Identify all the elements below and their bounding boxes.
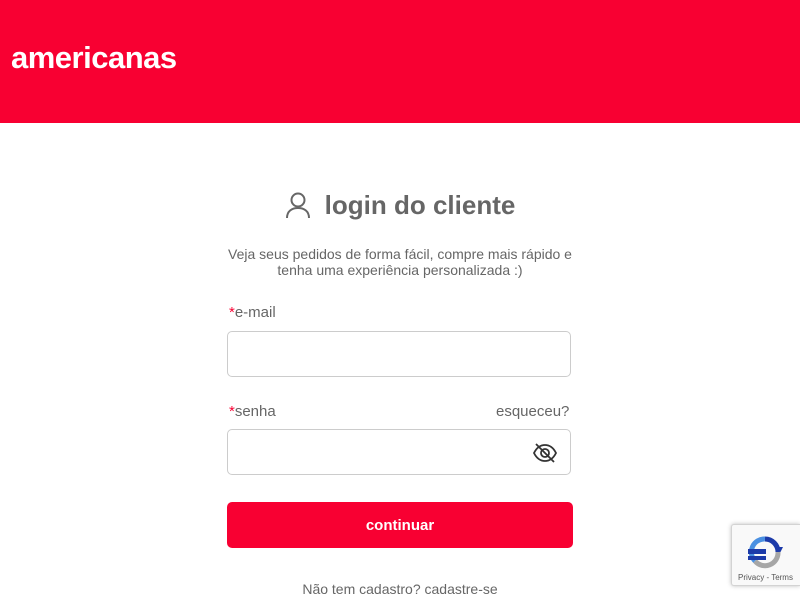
forgot-password-link[interactable]: esqueceu? [496, 403, 569, 421]
email-field[interactable] [227, 331, 571, 377]
login-subtitle: Veja seus pedidos de forma fácil, compre… [228, 246, 572, 278]
email-label-text: e-mail [234, 304, 276, 321]
page-title: login do cliente [324, 190, 516, 220]
user-icon [285, 191, 311, 219]
eye-off-icon[interactable] [532, 442, 558, 464]
recaptcha-badge[interactable]: Privacy - Terms [731, 524, 800, 586]
password-input[interactable] [228, 430, 542, 474]
continue-button[interactable]: continuar [227, 502, 573, 548]
password-label-text: senha [234, 403, 276, 420]
recaptcha-icon [746, 535, 784, 574]
password-label: *senha [229, 403, 276, 421]
signup-prompt-text: Não tem cadastro? [302, 581, 421, 597]
americanas-logo[interactable]: americanas [11, 40, 177, 76]
email-label: *e-mail [229, 304, 276, 322]
signup-prompt: Não tem cadastro? cadastre-se [0, 581, 800, 597]
recaptcha-terms[interactable]: Privacy - Terms [738, 573, 793, 582]
login-title-row: login do cliente [0, 188, 800, 222]
signup-link[interactable]: cadastre-se [425, 581, 498, 597]
email-input[interactable] [228, 332, 542, 376]
site-header: americanas [0, 0, 800, 123]
password-field[interactable] [227, 429, 571, 475]
